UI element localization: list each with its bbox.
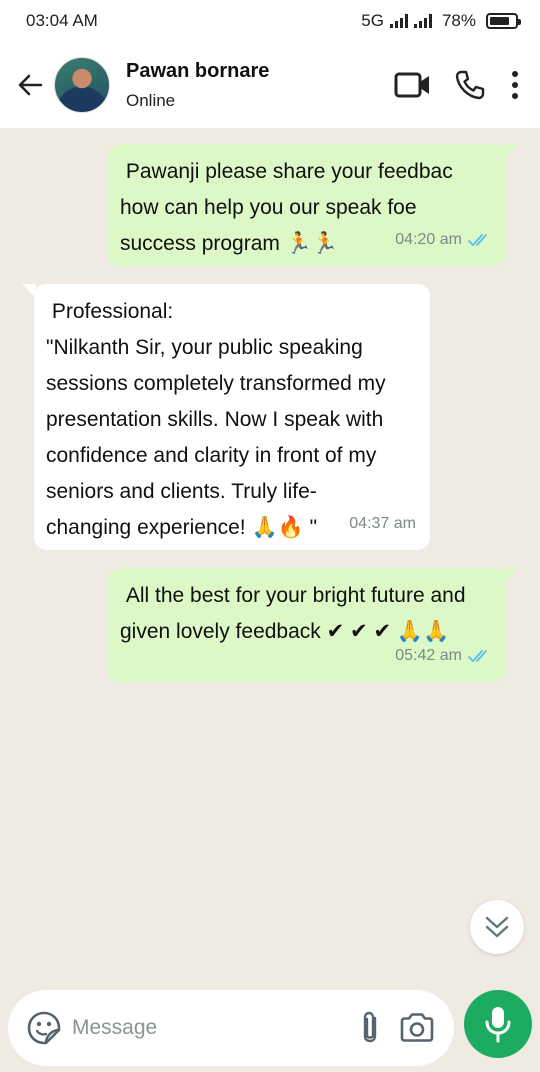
camera-button[interactable]	[398, 1007, 437, 1049]
avatar[interactable]	[54, 57, 110, 113]
message-meta: 04:20 am	[395, 222, 492, 258]
sticker-icon	[27, 1011, 61, 1045]
signal-icon	[389, 14, 408, 28]
video-call-button[interactable]	[394, 70, 432, 100]
battery-icon	[486, 13, 521, 29]
camera-icon	[400, 1013, 434, 1042]
message-time: 04:37 am	[349, 515, 416, 532]
attach-button[interactable]	[351, 1007, 390, 1049]
voice-message-button[interactable]	[464, 990, 532, 1058]
header-actions	[394, 69, 522, 101]
contact-info[interactable]: Pawan bornare Online	[126, 60, 394, 111]
status-indicators: 5G 78%	[361, 11, 521, 31]
read-ticks-icon	[468, 649, 492, 663]
message-composer	[8, 990, 454, 1066]
contact-status: Online	[126, 90, 176, 110]
sticker-button[interactable]	[26, 1009, 62, 1047]
voice-call-button[interactable]	[454, 69, 486, 101]
mic-icon	[485, 1007, 511, 1043]
message-time: 05:42 am	[395, 647, 462, 664]
battery-percent: 78%	[441, 11, 476, 30]
status-bar: 03:04 AM 5G 78%	[0, 0, 540, 42]
network-type: 5G	[361, 11, 384, 30]
scroll-to-bottom-button[interactable]	[470, 900, 524, 954]
message-bubble-incoming[interactable]: Professional: "Nilkanth Sir, your public…	[22, 284, 430, 550]
signal-icon	[413, 14, 432, 28]
attach-icon	[364, 1011, 377, 1043]
phone-icon	[455, 70, 485, 100]
more-vertical-icon	[512, 71, 518, 99]
status-time: 03:04 AM	[26, 11, 98, 30]
message-input[interactable]	[72, 1016, 343, 1040]
message-bubble-outgoing[interactable]: Pawanji please share your feedbac how ca…	[108, 144, 518, 266]
more-options-button[interactable]	[508, 69, 522, 101]
read-ticks-icon	[468, 233, 492, 247]
back-arrow-icon	[18, 74, 43, 96]
back-button[interactable]	[6, 61, 54, 109]
chat-area[interactable]: Pawanji please share your feedbac how ca…	[0, 128, 540, 988]
message-meta: 04:37 am	[349, 506, 416, 542]
message-bubble-outgoing[interactable]: All the best for your bright future and …	[108, 568, 518, 682]
contact-name: Pawan bornare	[126, 59, 270, 82]
message-time: 04:20 am	[395, 231, 462, 248]
message-meta: 05:42 am	[395, 638, 492, 674]
video-call-icon	[394, 72, 429, 98]
chat-header: Pawan bornare Online	[0, 42, 540, 128]
double-chevron-down-icon	[485, 916, 509, 938]
